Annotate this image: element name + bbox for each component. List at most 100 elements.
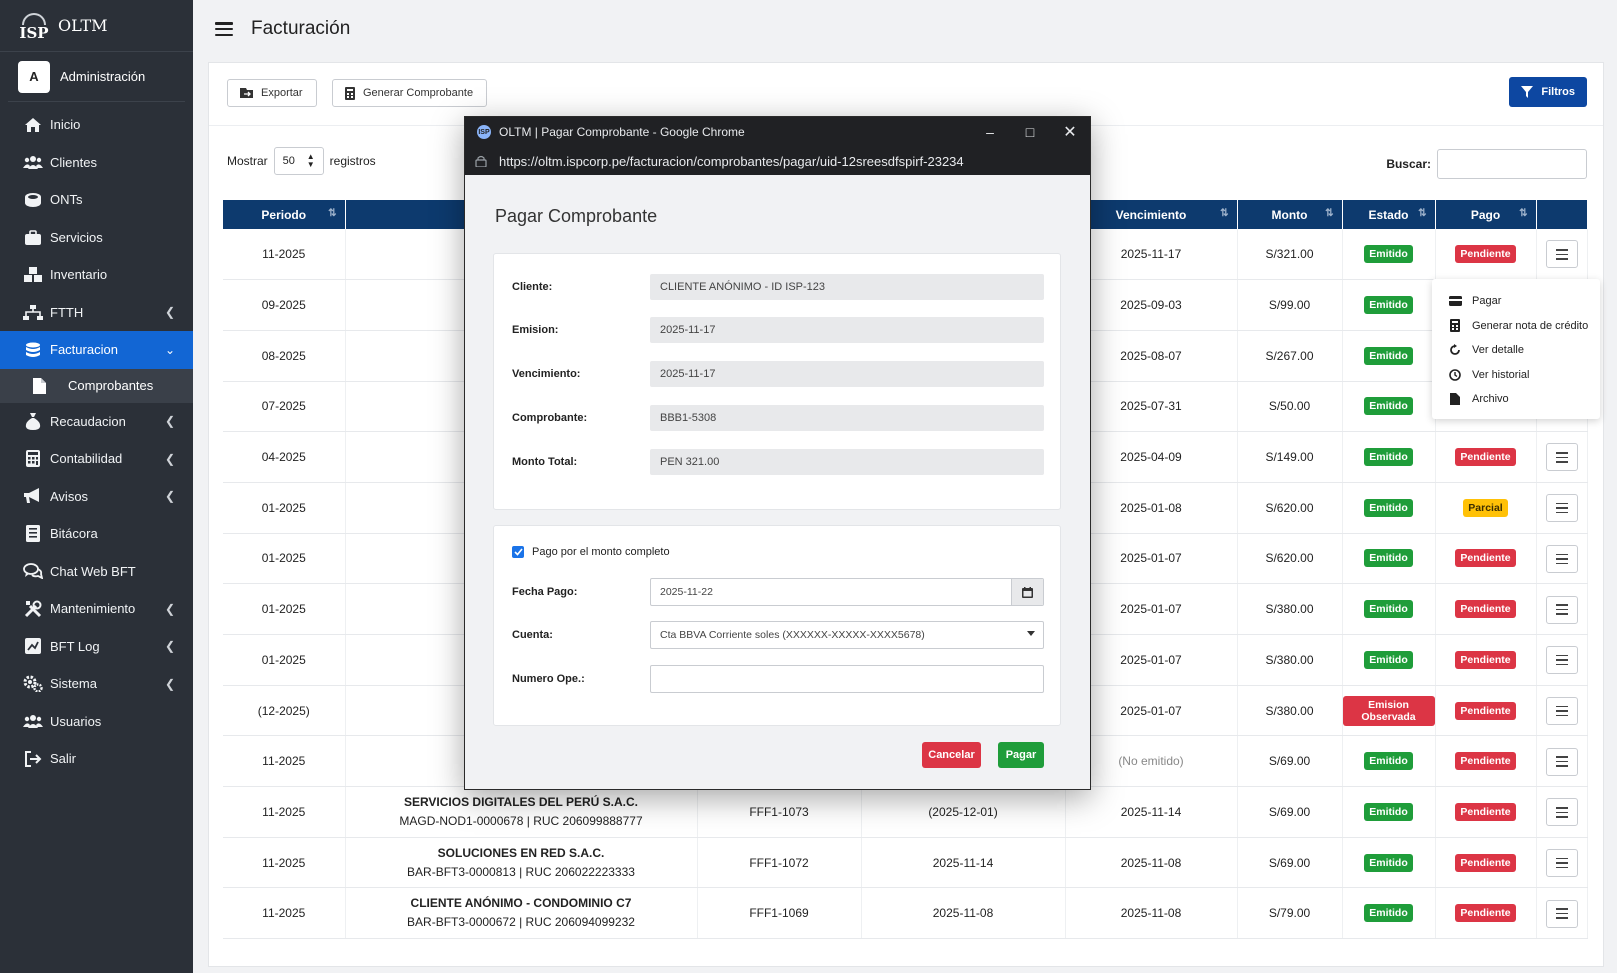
cell-monto: S/79.00 bbox=[1237, 887, 1343, 940]
table-row[interactable]: 11-2025 SOLUCIONES EN RED S.A.C. BAR-BFT3-… bbox=[223, 837, 1588, 889]
column-header-pago[interactable]: Pago ⇅ bbox=[1435, 200, 1537, 229]
column-header-monto[interactable]: Monto ⇅ bbox=[1237, 200, 1343, 229]
cell-estado: Emitido bbox=[1342, 381, 1436, 433]
menu-item-credit-note[interactable]: Generar nota de crédito bbox=[1432, 314, 1600, 339]
window-title-bar[interactable]: ISP OLTM | Pagar Comprobante - Google Ch… bbox=[465, 117, 1090, 147]
cell-periodo: 11-2025 bbox=[223, 837, 346, 889]
full-amount-checkbox-row[interactable]: Pago por el monto completo bbox=[512, 546, 670, 558]
cell-actions bbox=[1536, 887, 1588, 940]
sidebar-item-salir[interactable]: Salir bbox=[0, 740, 193, 778]
calendar-icon[interactable] bbox=[1011, 579, 1043, 605]
book-icon bbox=[22, 525, 44, 543]
menu-item-pagar[interactable]: Pagar bbox=[1432, 289, 1600, 314]
generate-invoice-button[interactable]: Generar Comprobante bbox=[332, 79, 487, 107]
calculator-icon bbox=[1448, 319, 1462, 333]
filters-button[interactable]: Filtros bbox=[1509, 77, 1587, 107]
field-cliente: Cliente: CLIENTE ANÓNIMO - ID ISP-123 bbox=[512, 274, 1044, 300]
pay-button[interactable]: Pagar bbox=[998, 742, 1044, 768]
row-menu-button[interactable] bbox=[1545, 595, 1578, 624]
sidebar-item-chat[interactable]: Chat Web BFT bbox=[0, 553, 193, 591]
cell-periodo: 01-2025 bbox=[223, 533, 346, 585]
export-icon bbox=[240, 87, 253, 99]
menu-item-ver-detalle[interactable]: Ver detalle bbox=[1432, 338, 1600, 363]
cell-cliente: SERVICIOS DIGITALES DEL PERÚ S.A.C. MAGD-… bbox=[345, 786, 698, 838]
sidebar-item-inicio[interactable]: Inicio bbox=[0, 106, 193, 144]
sort-icon: ⇅ bbox=[328, 208, 337, 219]
export-button[interactable]: Exportar bbox=[227, 79, 317, 107]
page-size-select[interactable]: 50 ▲ ▼ bbox=[273, 147, 324, 175]
avatar: A bbox=[18, 60, 50, 93]
cell-actions bbox=[1536, 482, 1588, 534]
column-header-estado[interactable]: Estado ⇅ bbox=[1342, 200, 1436, 229]
sidebar-item-facturacion[interactable]: Facturacion ⌄ bbox=[0, 331, 193, 369]
cell-periodo: 08-2025 bbox=[223, 330, 346, 382]
sidebar-item-bitacora[interactable]: Bitácora bbox=[0, 515, 193, 553]
search-input[interactable] bbox=[1437, 149, 1587, 179]
sidebar-item-onts[interactable]: ONTs bbox=[0, 181, 193, 219]
cancel-button[interactable]: Cancelar bbox=[922, 742, 981, 768]
sidebar-item-inventario[interactable]: Inventario bbox=[0, 256, 193, 294]
maximize-icon[interactable]: □ bbox=[1010, 124, 1050, 140]
client-name: SOLUCIONES EN RED S.A.C. bbox=[437, 845, 605, 860]
cell-comprobante: FFF1-1072 bbox=[697, 837, 862, 889]
sidebar-item-ftth[interactable]: FTTH ❮ bbox=[0, 294, 193, 332]
row-menu-button[interactable] bbox=[1545, 240, 1578, 269]
cell-monto: S/380.00 bbox=[1237, 583, 1343, 635]
sidebar-item-avisos[interactable]: Avisos ❮ bbox=[0, 478, 193, 516]
user-panel[interactable]: A Administración bbox=[8, 52, 185, 102]
sidebar-item-comprobantes[interactable]: Comprobantes bbox=[0, 368, 193, 403]
sidebar-item-contabilidad[interactable]: Contabilidad ❮ bbox=[0, 440, 193, 478]
cell-monto: S/620.00 bbox=[1237, 482, 1343, 534]
sidebar-item-servicios[interactable]: Servicios bbox=[0, 219, 193, 257]
sidebar-item-bftlog[interactable]: BFT Log ❮ bbox=[0, 628, 193, 666]
cell-cliente: CLIENTE ANÓNIMO - CONDOMINIO C7 BAR-BFT3-… bbox=[345, 887, 698, 940]
cell-estado: Emitido bbox=[1342, 583, 1436, 635]
row-menu-button[interactable] bbox=[1545, 646, 1578, 675]
cell-estado: Emision Observada bbox=[1342, 685, 1436, 737]
sidebar-item-mantenimiento[interactable]: Mantenimiento ❮ bbox=[0, 590, 193, 628]
table-row[interactable]: 11-2025 SERVICIOS DIGITALES DEL PERÚ S.A.… bbox=[223, 786, 1588, 838]
row-menu-button[interactable] bbox=[1545, 443, 1578, 472]
operation-number-input[interactable] bbox=[650, 665, 1044, 693]
sidebar-item-sistema[interactable]: Sistema ❮ bbox=[0, 665, 193, 703]
payment-date-input[interactable]: 2025-11-22 bbox=[650, 578, 1044, 606]
close-icon[interactable]: ✕ bbox=[1050, 122, 1090, 142]
payment-badge: Pendiente bbox=[1455, 600, 1516, 619]
hamburger-menu-icon[interactable] bbox=[215, 22, 233, 36]
calculator-icon bbox=[22, 450, 44, 468]
router-icon bbox=[22, 192, 44, 208]
row-menu-button[interactable] bbox=[1545, 848, 1578, 877]
cell-monto: S/69.00 bbox=[1237, 837, 1343, 889]
cell-monto: S/69.00 bbox=[1237, 735, 1343, 788]
row-menu-button[interactable] bbox=[1545, 494, 1578, 523]
row-menu-button[interactable] bbox=[1545, 747, 1578, 776]
cell-periodo: 11-2025 bbox=[223, 229, 346, 281]
full-amount-checkbox[interactable] bbox=[512, 546, 524, 558]
status-badge: Emitido bbox=[1364, 498, 1413, 517]
brand[interactable]: ISP OLTM bbox=[0, 0, 193, 52]
menu-item-ver-historial[interactable]: Ver historial bbox=[1432, 363, 1600, 388]
column-header-periodo[interactable]: Periodo ⇅ bbox=[223, 200, 346, 229]
status-badge: Emitido bbox=[1364, 752, 1413, 771]
sidebar: ISP OLTM A Administración Inicio Cliente… bbox=[0, 0, 193, 973]
sidebar-item-clientes[interactable]: Clientes bbox=[0, 144, 193, 182]
row-menu-button[interactable] bbox=[1545, 798, 1578, 827]
menu-item-archivo[interactable]: Archivo bbox=[1432, 387, 1600, 412]
sidebar-item-recaudacion[interactable]: Recaudacion ❮ bbox=[0, 403, 193, 441]
sidebar-item-usuarios[interactable]: Usuarios bbox=[0, 703, 193, 741]
row-menu-button[interactable] bbox=[1545, 544, 1578, 573]
vencimiento-value: 2025-11-17 bbox=[650, 361, 1044, 387]
address-bar[interactable]: https://oltm.ispcorp.pe/facturacion/comp… bbox=[465, 147, 1090, 175]
site-info-icon[interactable] bbox=[475, 155, 487, 167]
column-header-actions bbox=[1536, 200, 1588, 229]
table-row[interactable]: 11-2025 CLIENTE ANÓNIMO - CONDOMINIO C7 BA… bbox=[223, 887, 1588, 940]
minimize-icon[interactable]: – bbox=[970, 124, 1010, 140]
row-menu-button[interactable] bbox=[1545, 696, 1578, 725]
cell-pago: Parcial bbox=[1435, 482, 1537, 534]
megaphone-icon bbox=[22, 488, 44, 504]
row-menu-button[interactable] bbox=[1545, 899, 1578, 928]
cell-monto: S/149.00 bbox=[1237, 431, 1343, 483]
chevron-left-icon: ❮ bbox=[164, 601, 175, 616]
cell-estado: Emitido bbox=[1342, 279, 1436, 331]
account-select[interactable]: Cta BBVA Corriente soles (XXXXXX-XXXXX-X… bbox=[650, 621, 1044, 649]
